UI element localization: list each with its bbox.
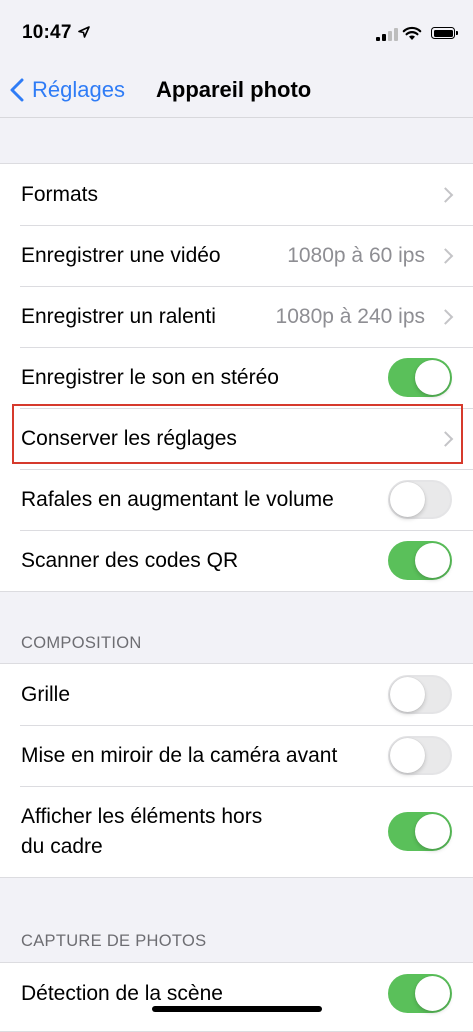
location-arrow-icon xyxy=(78,26,90,38)
stereo-sound-toggle[interactable] xyxy=(388,358,452,397)
composition-group: Grille Mise en miroir de la caméra avant… xyxy=(0,663,473,878)
mirror-front-toggle[interactable] xyxy=(388,736,452,775)
chevron-right-icon xyxy=(437,186,454,203)
settings-row-mirror-front: Mise en miroir de la caméra avant xyxy=(0,725,473,786)
row-value: 1080p à 240 ips xyxy=(275,304,425,328)
back-button[interactable]: Réglages xyxy=(10,74,125,106)
scene-detection-toggle[interactable] xyxy=(388,974,452,1013)
section-header-photo-capture: CAPTURE DE PHOTOS xyxy=(21,932,207,950)
settings-row-scene-detection: Détection de la scène xyxy=(0,963,473,1024)
chevron-right-icon xyxy=(437,430,454,447)
row-label: Afficher les éléments hors du cadre xyxy=(21,804,263,858)
view-outside-frame-toggle[interactable] xyxy=(388,812,452,851)
status-bar: 10:47 xyxy=(0,0,473,60)
home-indicator[interactable] xyxy=(152,1006,322,1012)
settings-row-stereo-sound: Enregistrer le son en stéréo xyxy=(0,347,473,408)
settings-row-record-video[interactable]: Enregistrer une vidéo 1080p à 60 ips xyxy=(0,225,473,286)
row-value: 1080p à 60 ips xyxy=(287,243,425,267)
chevron-left-icon xyxy=(10,78,24,102)
row-label: Scanner des codes QR xyxy=(21,548,239,572)
settings-row-preserve-settings[interactable]: Conserver les réglages xyxy=(0,408,473,469)
row-label: Détection de la scène xyxy=(21,981,223,1005)
settings-row-grid: Grille xyxy=(0,664,473,725)
settings-row-scan-qr: Scanner des codes QR xyxy=(0,530,473,591)
photo-capture-group: Détection de la scène xyxy=(0,962,473,1032)
cellular-signal-icon xyxy=(376,27,398,41)
row-label: Enregistrer un ralenti xyxy=(21,304,216,328)
battery-icon xyxy=(431,27,458,39)
scan-qr-toggle[interactable] xyxy=(388,541,452,580)
volume-burst-toggle[interactable] xyxy=(388,480,452,519)
status-time: 10:47 xyxy=(22,22,72,43)
row-label: Enregistrer le son en stéréo xyxy=(21,365,279,389)
page-title: Appareil photo xyxy=(156,77,312,102)
row-label: Conserver les réglages xyxy=(21,426,237,450)
wifi-icon xyxy=(402,26,422,40)
row-label: Grille xyxy=(21,682,71,706)
back-label: Réglages xyxy=(32,77,125,102)
section-header-composition: COMPOSITION xyxy=(21,634,142,652)
chevron-right-icon xyxy=(437,308,454,325)
settings-row-volume-burst: Rafales en augmentant le volume xyxy=(0,469,473,530)
row-label: Mise en miroir de la caméra avant xyxy=(21,743,338,767)
row-label: Enregistrer une vidéo xyxy=(21,243,221,267)
row-label: Formats xyxy=(21,182,99,206)
row-label: Rafales en augmentant le volume xyxy=(21,487,334,511)
settings-row-record-slomo[interactable]: Enregistrer un ralenti 1080p à 240 ips xyxy=(0,286,473,347)
camera-settings-group: Formats Enregistrer une vidéo 1080p à 60… xyxy=(0,163,473,592)
settings-row-view-outside-frame: Afficher les éléments hors du cadre xyxy=(0,786,473,877)
grid-toggle[interactable] xyxy=(388,675,452,714)
chevron-right-icon xyxy=(437,247,454,264)
settings-row-formats[interactable]: Formats xyxy=(0,164,473,225)
navigation-bar: Réglages Appareil photo xyxy=(0,60,473,118)
